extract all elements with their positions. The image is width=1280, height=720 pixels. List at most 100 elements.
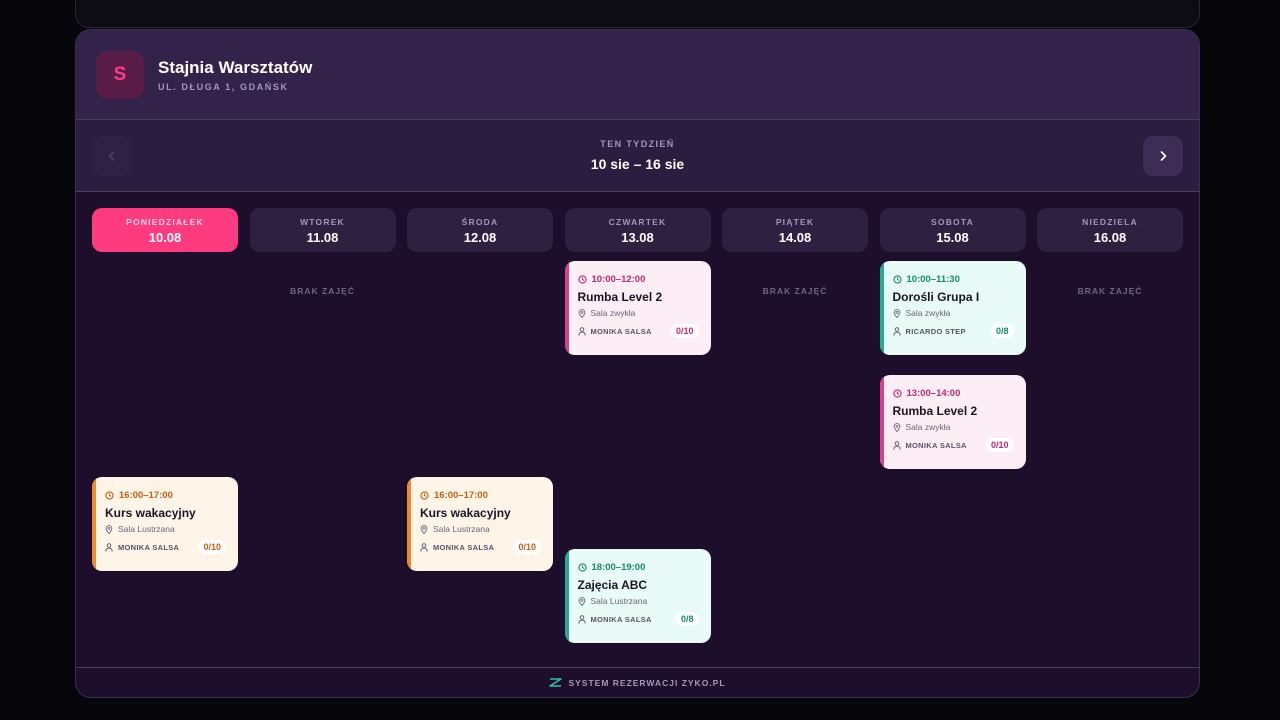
class-coach-text: MONIKA SALSA [590, 326, 652, 336]
class-coach-text: MONIKA SALSA [905, 440, 967, 450]
week-range: 10 sie – 16 sie [590, 156, 685, 172]
class-coach: RICARDO STEP [892, 326, 966, 336]
app-footer: SYSTEM REZERWACJI ZYKO.PL [76, 667, 1199, 697]
class-capacity-badge: 0/10 [513, 540, 541, 554]
day-name: SOBOTA [931, 217, 974, 227]
empty-day-label-sunday: BRAK ZAJĘĆ [1077, 286, 1143, 296]
class-room: Sala zwykła [893, 422, 1014, 432]
class-time: 16:00–17:00 [420, 490, 541, 501]
location-pin-icon [893, 308, 900, 318]
location-pin-icon [578, 308, 585, 318]
class-coach-text: MONIKA SALSA [118, 542, 180, 552]
day-date: 16.08 [1093, 230, 1127, 245]
class-time-text: 16:00–17:00 [119, 490, 173, 501]
day-tabs: PONIEDZIAŁEK 10.08 WTOREK 11.08 ŚRODA 12… [92, 208, 1183, 252]
studio-address: UL. DŁUGA 1, GDAŃSK [158, 81, 289, 92]
day-tab-friday[interactable]: PIĄTEK 14.08 [722, 208, 868, 252]
class-time-text: 16:00–17:00 [434, 490, 488, 501]
class-card[interactable]: 13:00–14:00 Rumba Level 2 Sala zwykła MO… [879, 375, 1026, 469]
user-icon [577, 326, 586, 336]
class-time-text: 18:00–19:00 [591, 562, 646, 573]
day-tab-tuesday[interactable]: WTOREK 11.08 [249, 208, 396, 252]
class-card[interactable]: 16:00–17:00 Kurs wakacyjny Sala Lustrzan… [92, 477, 238, 571]
class-coach: MONIKA SALSA [105, 543, 179, 552]
class-footer: MONIKA SALSA 0/10 [105, 540, 226, 554]
day-date: 10.08 [148, 230, 182, 245]
clock-icon [577, 563, 587, 572]
class-time: 13:00–14:00 [892, 388, 1014, 399]
clock-icon [420, 491, 429, 500]
class-room-text: Sala zwykła [590, 308, 636, 318]
location-pin-icon [420, 524, 428, 534]
class-title: Kurs wakacyjny [105, 506, 196, 520]
day-name: ŚRODA [461, 217, 499, 227]
empty-day-label-friday: BRAK ZAJĘĆ [762, 286, 828, 296]
class-coach: MONIKA SALSA [420, 543, 494, 552]
class-capacity-badge: 0/10 [985, 438, 1014, 452]
class-footer: MONIKA SALSA 0/10 [892, 438, 1014, 452]
day-date: 13.08 [621, 230, 654, 245]
day-date: 12.08 [463, 230, 497, 245]
empty-day-label-tuesday: BRAK ZAJĘĆ [290, 286, 355, 296]
class-coach: MONIKA SALSA [577, 614, 652, 624]
user-icon [892, 326, 901, 336]
studio-header: S Stajnia Warsztatów UL. DŁUGA 1, GDAŃSK [76, 30, 1199, 120]
class-card[interactable]: 10:00–12:00 Rumba Level 2 Sala zwykła MO… [564, 261, 711, 355]
class-room-text: Sala Lustrzana [433, 524, 490, 534]
class-coach-text: MONIKA SALSA [433, 542, 495, 552]
class-footer: MONIKA SALSA 0/10 [577, 324, 699, 338]
class-time: 10:00–12:00 [577, 274, 699, 285]
class-footer: RICARDO STEP 0/8 [892, 324, 1014, 338]
class-time: 10:00–11:30 [892, 274, 1014, 285]
class-room: Sala zwykła [893, 308, 1014, 318]
class-title: Rumba Level 2 [892, 404, 978, 418]
day-tab-wednesday[interactable]: ŚRODA 12.08 [407, 208, 553, 252]
day-tab-thursday[interactable]: CZWARTEK 13.08 [564, 208, 711, 252]
week-label: TEN TYDZIEŃ [600, 139, 675, 149]
class-title: Zajęcia ABC [577, 578, 648, 592]
class-time-text: 13:00–14:00 [906, 388, 961, 399]
day-name: PIĄTEK [775, 217, 815, 227]
class-room-text: Sala Lustrzana [118, 524, 175, 534]
user-icon [577, 614, 586, 624]
clock-icon [892, 275, 902, 284]
class-card[interactable]: 16:00–17:00 Kurs wakacyjny Sala Lustrzan… [407, 477, 553, 571]
class-room: Sala Lustrzana [105, 524, 226, 534]
class-card[interactable]: 10:00–11:30 Dorośli Grupa I Sala zwykła … [879, 261, 1026, 355]
day-name: CZWARTEK [608, 217, 667, 227]
user-icon [420, 542, 428, 552]
day-tab-saturday[interactable]: SOBOTA 15.08 [879, 208, 1026, 252]
user-icon [105, 542, 113, 552]
zyko-logo-icon [549, 678, 563, 687]
day-date: 11.08 [306, 230, 339, 245]
location-pin-icon [578, 596, 585, 606]
class-room: Sala Lustrzana [578, 596, 699, 606]
class-room-text: Sala zwykła [905, 422, 951, 432]
class-footer: MONIKA SALSA 0/10 [420, 540, 541, 554]
clock-icon [577, 275, 587, 284]
day-tab-sunday[interactable]: NIEDZIELA 16.08 [1037, 208, 1183, 252]
class-footer: MONIKA SALSA 0/8 [577, 612, 699, 626]
class-room: Sala zwykła [578, 308, 699, 318]
class-title: Rumba Level 2 [577, 290, 663, 304]
location-pin-icon [105, 524, 113, 534]
class-capacity-badge: 0/8 [990, 324, 1014, 338]
week-navigation: TEN TYDZIEŃ 10 sie – 16 sie [76, 120, 1199, 192]
class-coach: MONIKA SALSA [577, 326, 652, 336]
studio-info: Stajnia Warsztatów UL. DŁUGA 1, GDAŃSK [158, 58, 312, 92]
day-tab-monday[interactable]: PONIEDZIAŁEK 10.08 [92, 208, 238, 252]
clock-icon [105, 491, 114, 500]
day-name: WTOREK [300, 217, 345, 227]
schedule-panel: S Stajnia Warsztatów UL. DŁUGA 1, GDAŃSK… [75, 29, 1200, 698]
class-time-text: 10:00–11:30 [906, 274, 960, 285]
next-week-button[interactable] [1143, 136, 1183, 176]
class-room: Sala Lustrzana [420, 524, 541, 534]
previous-panel-edge [75, 0, 1200, 28]
class-coach: MONIKA SALSA [892, 440, 967, 450]
class-capacity-badge: 0/10 [198, 540, 226, 554]
day-date: 14.08 [778, 230, 812, 245]
footer-link[interactable]: SYSTEM REZERWACJI ZYKO.PL [568, 678, 725, 688]
class-card[interactable]: 18:00–19:00 Zajęcia ABC Sala Lustrzana M… [564, 549, 711, 643]
class-capacity-badge: 0/8 [675, 612, 699, 626]
class-title: Dorośli Grupa I [892, 290, 980, 304]
